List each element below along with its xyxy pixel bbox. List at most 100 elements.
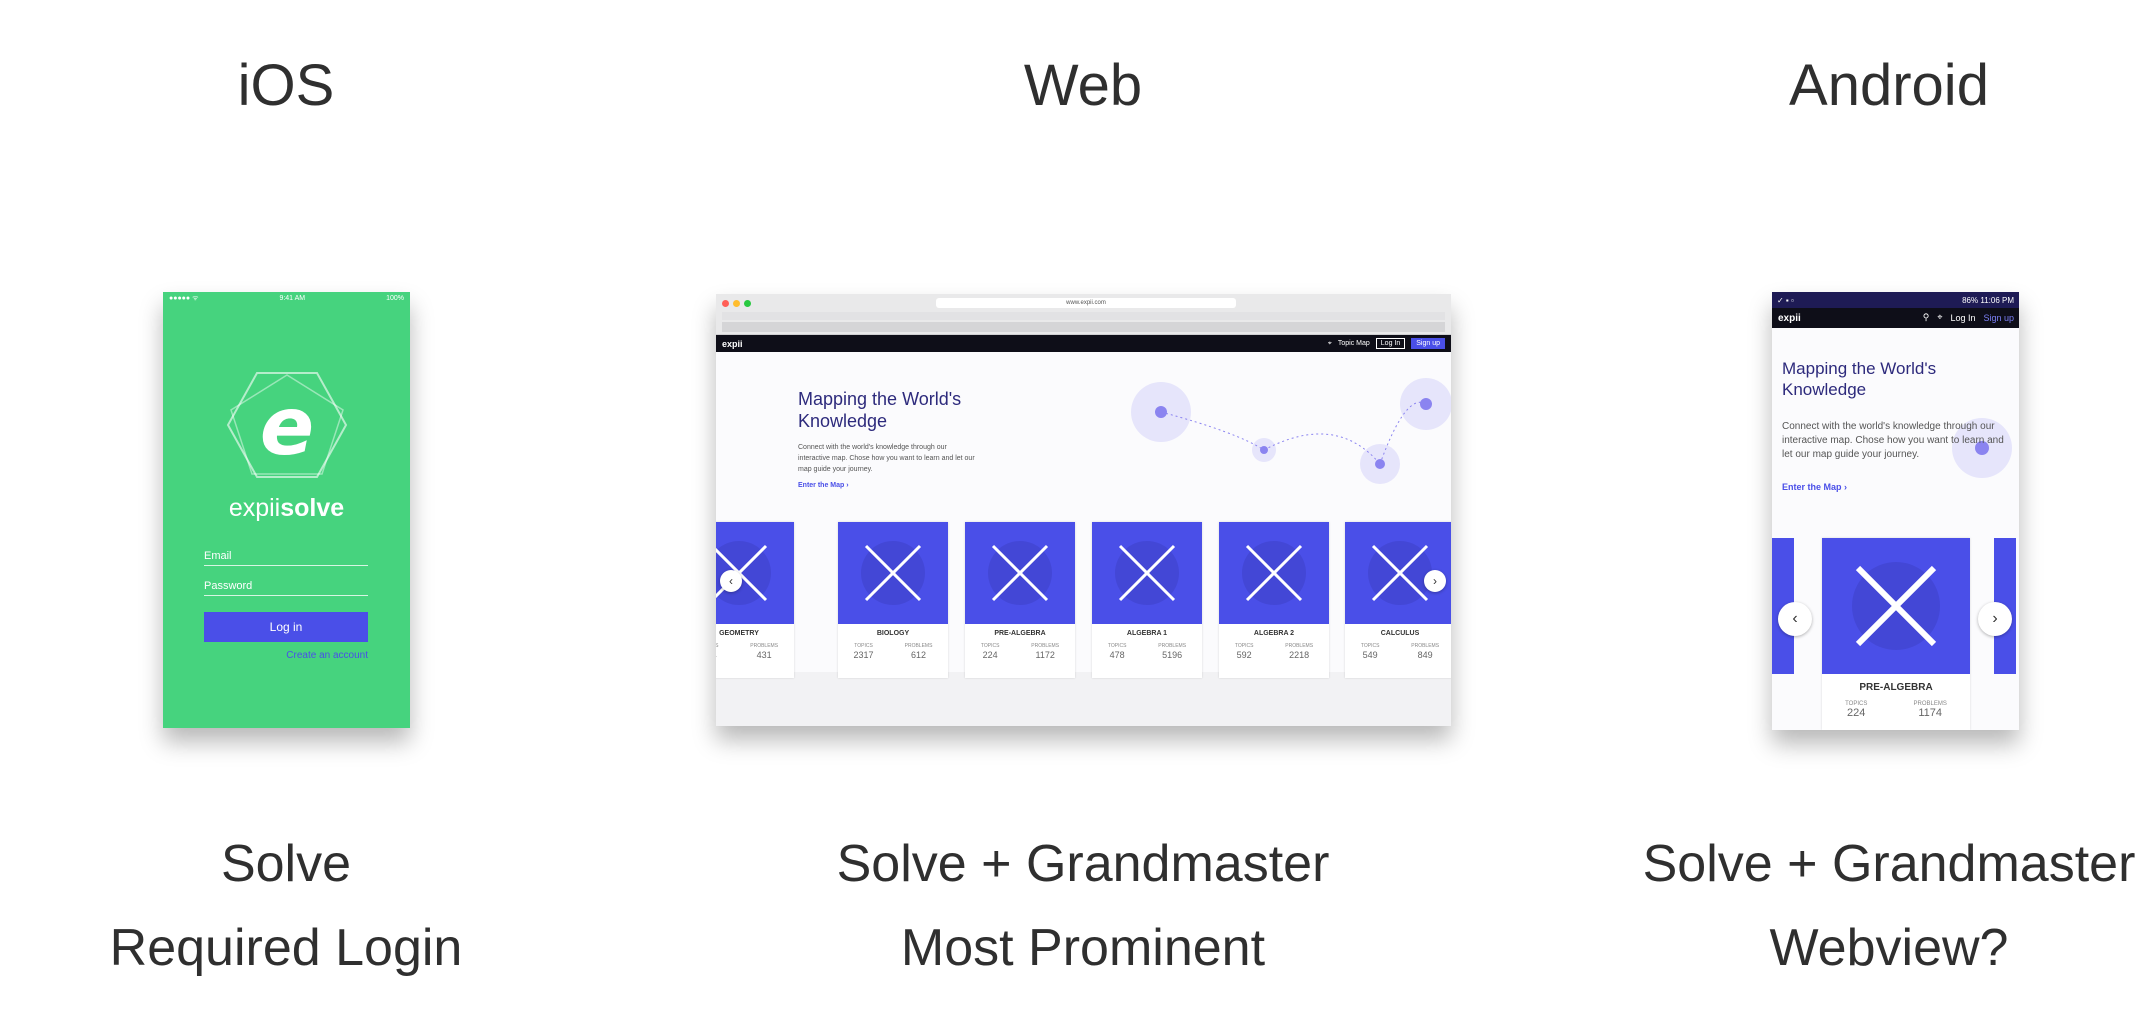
- android-enter-map-link[interactable]: Enter the Map ›: [1782, 482, 1847, 492]
- subject-card-name: PRE-ALGEBRA: [994, 630, 1046, 637]
- web-caption-line1: Solve + Grandmaster: [836, 835, 1330, 893]
- topics-count: 478: [1109, 650, 1125, 660]
- android-hero-title: Mapping the World's Knowledge: [1782, 359, 1937, 399]
- location-pin-icon[interactable]: ⌖: [1937, 312, 1942, 323]
- web-hero-text: Connect with the world's knowledge throu…: [798, 444, 975, 473]
- topics-count: 2317: [853, 650, 874, 660]
- ios-caption-line2: Required Login: [109, 919, 463, 977]
- location-pin-icon[interactable]: ⌖: [1328, 340, 1332, 348]
- problems-count: 2218: [1289, 650, 1310, 660]
- problems-count: 431: [756, 650, 772, 660]
- android-caption-line2: Webview?: [1769, 919, 2009, 977]
- web-hero: Mapping the World's Knowledge Connect wi…: [716, 352, 1451, 672]
- subject-illustration-icon: [1092, 522, 1202, 624]
- android-navbar: expii ⚲ ⌖ Log In Sign up: [1772, 308, 2019, 328]
- subject-card[interactable]: PRE-ALGEBRA TOPICS 224 PROBLEMS 1172: [965, 522, 1075, 678]
- email-field[interactable]: Email: [204, 550, 368, 566]
- topics-label: TOPICS: [980, 643, 1000, 649]
- subject-illustration-icon: [965, 522, 1075, 624]
- bookmarks-bar: [722, 312, 1445, 320]
- notification-icons: ✓ ▪ ▫: [1777, 295, 1794, 305]
- topics-label: TOPICS: [1360, 643, 1380, 649]
- android-screenshot: ✓ ▪ ▫ 86% 11:06 PM expii ⚲ ⌖ Log In Sign…: [1772, 292, 2019, 730]
- ios-status-bar: ●●●●● ᯤ 9:41 AM 100%: [163, 292, 410, 304]
- ios-battery: 100%: [386, 294, 404, 302]
- create-account-link[interactable]: Create an account: [286, 650, 368, 661]
- topics-label: TOPICS: [854, 643, 873, 649]
- android-signup-link[interactable]: Sign up: [1983, 313, 2014, 323]
- web-logo[interactable]: expii: [722, 339, 743, 349]
- subject-card-name: ALGEBRA 2: [1253, 630, 1295, 637]
- android-title: Android: [1789, 53, 1989, 118]
- problems-label: PROBLEMS: [1285, 643, 1314, 649]
- problems-label: PROBLEMS: [750, 643, 779, 649]
- subject-card[interactable]: GEOMETRY TOPICS794 PROBLEMS431: [716, 522, 794, 678]
- subject-card-name: ALGEBRA 1: [1126, 630, 1168, 637]
- topics-count: 592: [1236, 650, 1252, 660]
- web-title: Web: [1023, 53, 1143, 118]
- problems-label: PROBLEMS: [1031, 643, 1060, 649]
- subject-card[interactable]: BIOLOGY TOPICS 2317 PROBLEMS 612: [838, 522, 948, 678]
- android-time: 11:06 PM: [1980, 295, 2014, 305]
- subject-illustration-icon: [1219, 522, 1329, 624]
- topics-count: 794: [716, 650, 718, 660]
- web-signup-button[interactable]: Sign up: [1411, 338, 1445, 349]
- subject-card[interactable]: CALCULUS TOPICS 549 PROBLEMS 849: [1345, 522, 1451, 678]
- subject-card-name: CALCULUS: [1380, 630, 1420, 637]
- problems-count: 849: [1417, 650, 1433, 660]
- topics-label: TOPICS: [716, 643, 719, 649]
- web-caption-line2: Most Prominent: [900, 919, 1266, 977]
- web-hero-title: Mapping the World's Knowledge: [798, 389, 962, 431]
- address-bar[interactable]: www.expii.com: [936, 298, 1236, 308]
- topics-count: 224: [1847, 707, 1866, 719]
- android-status-bar: ✓ ▪ ▫ 86% 11:06 PM: [1772, 292, 2019, 308]
- topic-map-link[interactable]: Topic Map: [1338, 340, 1370, 347]
- carousel-next-icon[interactable]: ›: [1978, 602, 2012, 636]
- maximize-icon[interactable]: [744, 300, 751, 307]
- ios-screenshot: ●●●●● ᯤ 9:41 AM 100% e expiisolve Email …: [163, 292, 410, 728]
- signal-icon: ●●●●● ᯤ: [169, 294, 199, 302]
- topics-count: 224: [982, 650, 998, 660]
- android-caption-line1: Solve + Grandmaster: [1642, 835, 2136, 893]
- android-hero-text: Connect with the world's knowledge throu…: [1782, 421, 2004, 460]
- subject-card[interactable]: ALGEBRA 2 TOPICS 592 PROBLEMS 2218: [1219, 522, 1329, 678]
- web-enter-map-link[interactable]: Enter the Map ›: [798, 482, 849, 489]
- subject-card-name: PRE-ALGEBRA: [1859, 682, 1933, 693]
- subject-card[interactable]: PRE-ALGEBRA TOPICS 224 PROBLEMS 1174: [1822, 538, 1970, 730]
- search-icon[interactable]: ⚲: [1923, 312, 1930, 323]
- problems-count: 612: [911, 650, 927, 660]
- subject-card-name: BIOLOGY: [876, 630, 910, 637]
- svg-text:e: e: [260, 380, 314, 473]
- web-navbar: expii ⌖ Topic Map Log In Sign up: [716, 335, 1451, 353]
- topics-label: TOPICS: [1234, 643, 1254, 649]
- ios-login-button[interactable]: Log in: [204, 612, 368, 642]
- problems-label: PROBLEMS: [1411, 643, 1440, 649]
- web-login-button[interactable]: Log In: [1375, 338, 1406, 349]
- expii-logo-icon: e: [226, 372, 348, 478]
- problems-count: 5196: [1162, 650, 1183, 660]
- ios-time: 9:41 AM: [279, 294, 306, 302]
- password-field[interactable]: Password: [204, 580, 368, 596]
- carousel-prev-icon[interactable]: ‹: [720, 570, 742, 592]
- android-login-link[interactable]: Log In: [1950, 313, 1975, 323]
- close-icon[interactable]: [722, 300, 729, 307]
- subject-card[interactable]: ALGEBRA 1 TOPICS 478 PROBLEMS 5196: [1092, 522, 1202, 678]
- web-screenshot: www.expii.com expii ⌖ Topic Map Log In S…: [716, 294, 1451, 726]
- problems-label: PROBLEMS: [904, 643, 933, 649]
- topics-count: 549: [1362, 650, 1378, 660]
- problems-label: PROBLEMS: [1158, 643, 1187, 649]
- window-controls: [722, 300, 751, 307]
- minimize-icon[interactable]: [733, 300, 740, 307]
- ios-brand: expiisolve: [228, 494, 345, 522]
- topics-label: TOPICS: [1107, 643, 1127, 649]
- android-logo[interactable]: expii: [1778, 313, 1801, 324]
- ios-caption-line1: Solve: [220, 835, 352, 893]
- problems-count: 1172: [1035, 650, 1055, 660]
- carousel-prev-icon[interactable]: ‹: [1778, 602, 1812, 636]
- problems-count: 1174: [1918, 707, 1943, 719]
- browser-tabs[interactable]: [722, 322, 1445, 332]
- carousel-next-icon[interactable]: ›: [1424, 570, 1446, 592]
- android-battery: 86%: [1962, 295, 1979, 305]
- browser-chrome: www.expii.com: [716, 294, 1451, 335]
- pencil-ruler-icon: [1822, 538, 1970, 674]
